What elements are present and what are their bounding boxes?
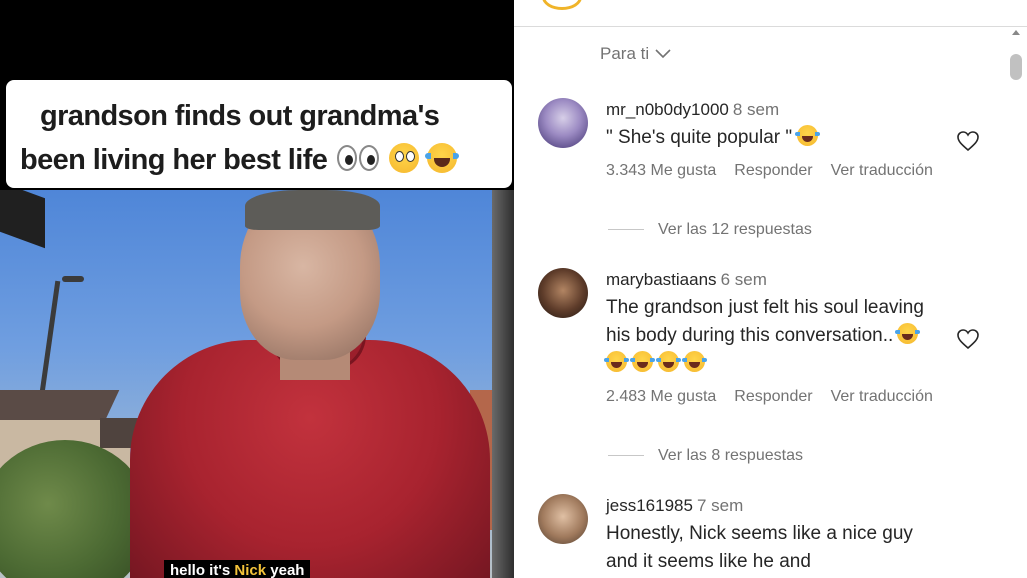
reply-button[interactable]: Responder [734,162,812,179]
video-player[interactable]: grandson finds out grandma's been living… [0,0,514,578]
scroll-up-icon[interactable] [1012,30,1020,35]
tears-of-joy-icon [682,351,707,372]
tears-of-joy-icon [630,351,655,372]
post-author-avatar[interactable] [542,0,582,10]
street-lamp-head [62,276,84,282]
comments-panel: Para ti mr_n0b0dy1000 8 sem " She's quite… [514,0,1027,578]
caption-line-2: been living her best life [20,138,502,182]
comment-time[interactable]: 7 sem [697,496,743,515]
comment-text-content: " She's quite popular " [606,127,793,148]
comment-header: mr_n0b0dy1000 8 sem [606,98,986,122]
hair [245,190,380,230]
subtitle-pre: hello it's [170,562,235,578]
comment-text: Honestly, Nick seems like a nice guy and… [606,523,913,572]
avatar[interactable] [538,494,588,544]
subtitle-post: yeah [266,562,305,578]
post-header [514,0,1027,27]
door-frame [492,190,514,578]
person [120,190,490,578]
view-replies-button[interactable]: Ver las 8 respuestas [608,447,803,465]
comment-body: jess161985 7 sem Honestly, Nick seems lik… [606,494,986,576]
likes-count[interactable]: 2.483 Me gusta [606,388,716,405]
view-replies-label: Ver las 8 respuestas [658,447,803,464]
comment-username[interactable]: mr_n0b0dy1000 [606,100,729,119]
video-subtitle: hello it's Nick yeah [164,560,311,578]
caption-line-1: grandson finds out grandma's [40,100,440,132]
chevron-down-icon [655,44,671,64]
tears-of-joy-icon [425,143,460,173]
comment-actions: 3.343 Me gusta Responder Ver traducción [606,162,986,180]
video-frame [0,190,514,578]
comment-actions: 2.483 Me gusta Responder Ver traducción [606,388,986,406]
sort-label: Para ti [600,44,650,63]
reply-button[interactable]: Responder [734,388,812,405]
caption-line-2-text: been living her best life [20,144,328,176]
tears-of-joy-icon [604,351,629,372]
eyes-icon [335,143,381,173]
sort-dropdown[interactable]: Para ti [600,44,671,64]
likes-count[interactable]: 3.343 Me gusta [606,162,716,179]
comment-time[interactable]: 6 sem [721,270,767,289]
comment-text-content: The grandson just felt his soul leaving … [606,297,924,346]
comment-time[interactable]: 8 sem [733,100,779,119]
heart-icon[interactable] [956,328,980,350]
avatar[interactable] [538,98,588,148]
tears-of-joy-icon [895,323,921,344]
comment-body: mr_n0b0dy1000 8 sem " She's quite popular… [606,98,986,180]
comment-username[interactable]: marybastiaans [606,270,717,289]
subtitle-highlight: Nick [234,562,267,578]
heart-icon[interactable] [956,130,980,152]
replies-divider [608,455,644,457]
comment-header: jess161985 7 sem [606,494,986,518]
scrollbar[interactable] [1006,30,1026,578]
comment-text: " She's quite popular " [606,124,986,152]
replies-divider [608,229,644,231]
view-replies-label: Ver las 12 respuestas [658,221,812,238]
translate-button[interactable]: Ver traducción [831,162,933,179]
avatar[interactable] [538,268,588,318]
comment-header: marybastiaans 6 sem [606,268,986,292]
video-caption: grandson finds out grandma's been living… [6,80,512,188]
comment-text: The grandson just felt his soul leaving … [604,294,936,378]
comment-username[interactable]: jess161985 [606,496,693,515]
scrollbar-thumb[interactable] [1010,54,1022,80]
translate-button[interactable]: Ver traducción [831,388,933,405]
comment-body: marybastiaans 6 sem The grandson just fel… [604,268,986,406]
tears-of-joy-icon [795,125,821,146]
tears-of-joy-icon [656,351,681,372]
view-replies-button[interactable]: Ver las 12 respuestas [608,221,812,239]
flushed-face-icon [389,143,420,173]
door-awning [0,190,45,249]
